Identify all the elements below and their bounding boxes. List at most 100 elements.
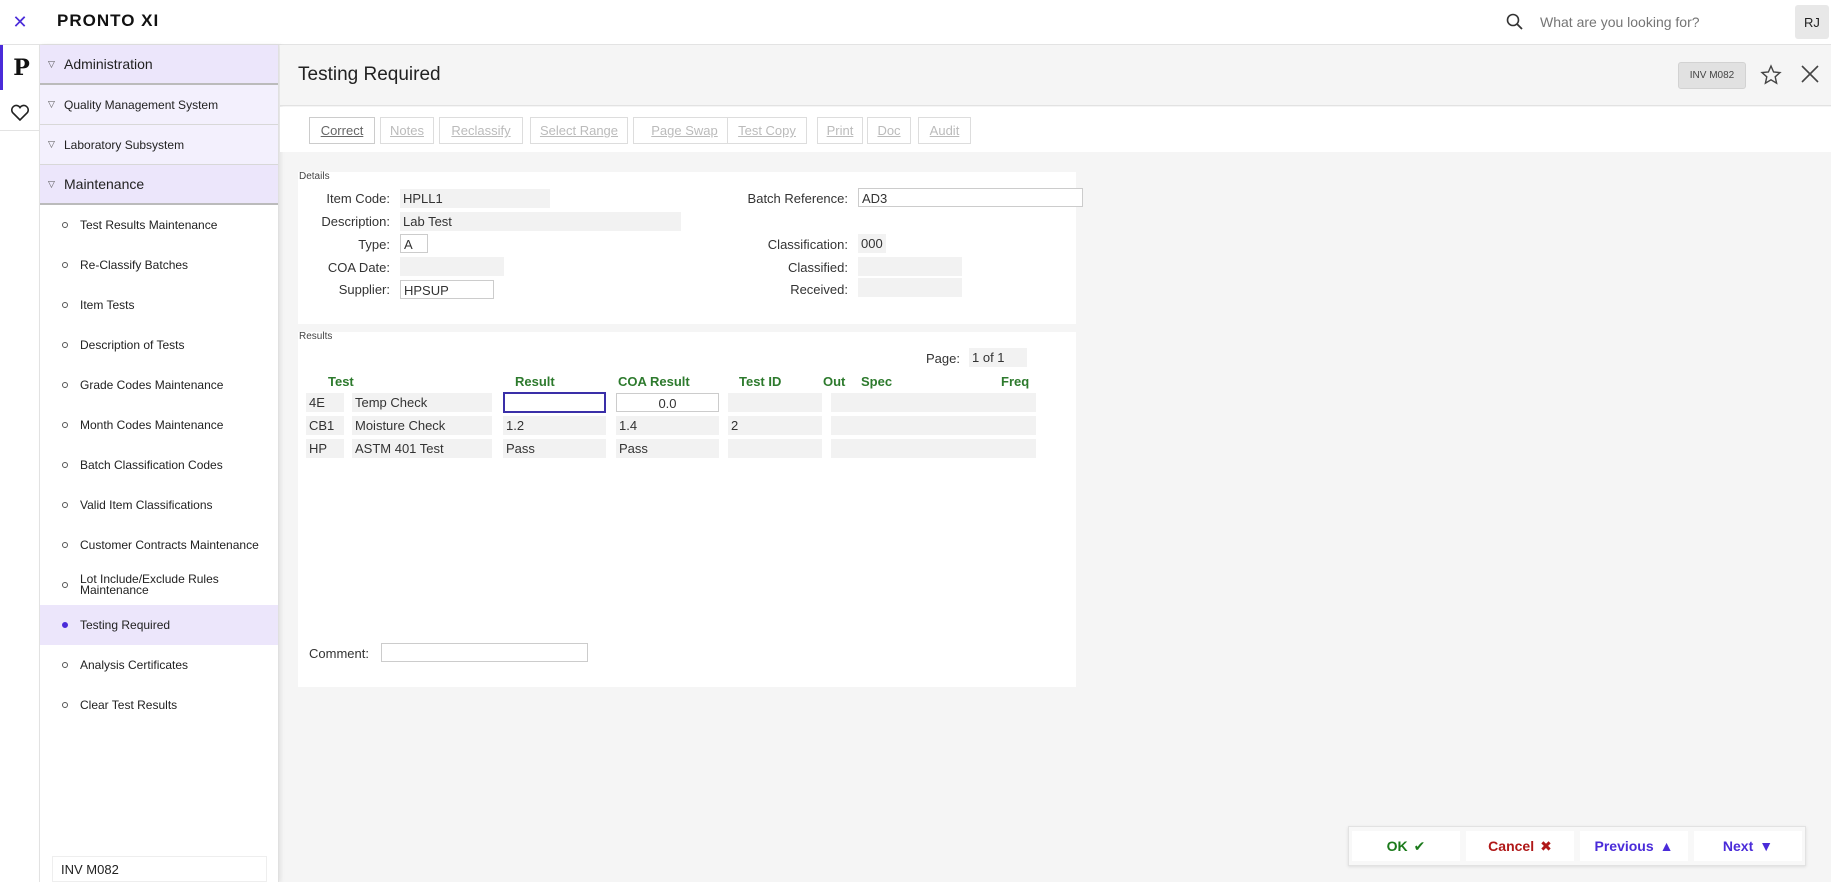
column-header-coa-result: COA Result [618,374,690,389]
classification-field[interactable]: 000 [858,234,886,253]
page-title: Testing Required [298,64,441,85]
page-indicator: 1 of 1 [969,348,1027,367]
program-code-field[interactable]: INV M082 [52,856,267,882]
sidebar-item-test-results-maintenance[interactable]: Test Results Maintenance [40,205,278,245]
next-button[interactable]: Next ▼ [1694,831,1802,861]
spec-cell [831,439,1036,458]
column-header-test-id: Test ID [739,374,782,389]
sidebar-item-batch-classification-codes[interactable]: Batch Classification Codes [40,445,278,485]
chevron-down-icon: ▽ [48,178,55,189]
chevron-down-icon: ▽ [48,139,55,149]
supplier-field[interactable]: HPSUP [400,280,494,299]
result-cell[interactable]: Pass [503,439,606,458]
page-swap-button[interactable]: Page Swap [633,117,736,144]
sidebar-item-clear-test-results[interactable]: Clear Test Results [40,685,278,725]
sidebar-section-maintenance[interactable]: ▽ Maintenance [40,165,278,205]
form-action-bar: OK ✔ Cancel ✖ Previous ▲ Next ▼ [1348,826,1806,866]
coa-result-input[interactable]: 0.0 [616,393,719,412]
sidebar-item-month-codes[interactable]: Month Codes Maintenance [40,405,278,445]
type-field[interactable]: A [400,234,428,253]
favorites-heart-icon[interactable] [0,95,40,131]
sidebar-item-lot-include-exclude[interactable]: Lot Include/Exclude Rules Maintenance [40,565,278,605]
spec-cell [831,393,1036,412]
search-icon[interactable] [1505,12,1525,32]
sidebar-item-customer-contracts[interactable]: Customer Contracts Maintenance [40,525,278,565]
coa-date-field[interactable] [400,257,504,276]
description-field[interactable]: Lab Test [400,212,681,231]
test-code-cell[interactable]: 4E [306,393,344,412]
test-id-cell [728,439,822,458]
test-code-cell[interactable]: CB1 [306,416,344,435]
column-header-out: Out [823,374,846,389]
batch-reference-field[interactable]: AD3 [858,188,1083,207]
print-button[interactable]: Print [817,117,863,144]
received-label: Received: [790,282,848,297]
cancel-button[interactable]: Cancel ✖ [1466,831,1574,861]
column-header-result: Result [515,374,555,389]
sidebar-section-laboratory-subsystem[interactable]: ▽ Laboratory Subsystem [40,125,278,165]
received-field[interactable] [858,278,962,297]
ok-button[interactable]: OK ✔ [1352,831,1460,861]
classified-field[interactable] [858,257,962,276]
bullet-icon [62,342,68,348]
bullet-icon [62,302,68,308]
sidebar-item-item-tests[interactable]: Item Tests [40,285,278,325]
bullet-icon [62,702,68,708]
coa-date-label: COA Date: [327,260,390,275]
pronto-menu-icon[interactable]: P [0,45,40,90]
sidebar-section-administration[interactable]: ▽ Administration [40,45,278,85]
sidebar-item-description-of-tests[interactable]: Description of Tests [40,325,278,365]
user-avatar[interactable]: RJ [1795,5,1829,39]
bullet-icon [62,662,68,668]
favorite-star-icon[interactable] [1760,64,1782,86]
bullet-icon [62,382,68,388]
test-copy-button[interactable]: Test Copy [727,117,807,144]
test-name-cell: Temp Check [352,393,492,412]
cross-icon: ✖ [1540,837,1552,854]
batch-reference-label: Batch Reference: [747,191,848,206]
triangle-up-icon: ▲ [1659,838,1674,854]
reclassify-button[interactable]: Reclassify [439,117,523,144]
sidebar-item-testing-required[interactable]: Testing Required [40,605,278,645]
close-menu-icon[interactable]: ✕ [0,0,40,44]
test-id-cell: 2 [728,416,822,435]
item-code-field[interactable]: HPLL1 [400,189,550,208]
description-label: Description: [321,214,390,229]
result-cell[interactable]: 1.2 [503,416,606,435]
bullet-icon [62,502,68,508]
test-code-cell[interactable]: HP [306,439,344,458]
classified-label: Classified: [788,260,848,275]
column-header-spec: Spec [861,374,893,389]
left-rail: P [0,45,40,882]
sidebar-item-valid-item-classifications[interactable]: Valid Item Classifications [40,485,278,525]
coa-result-cell[interactable]: 1.4 [616,416,719,435]
results-section-label: Results [299,331,333,342]
title-bar: Testing Required INV M082 [280,45,1831,106]
type-label: Type: [358,237,390,252]
sidebar-section-quality-management[interactable]: ▽ Quality Management System [40,85,278,125]
chevron-down-icon: ▽ [48,58,55,69]
sidebar-item-analysis-certificates[interactable]: Analysis Certificates [40,645,278,685]
close-icon[interactable] [1799,63,1821,85]
previous-button[interactable]: Previous ▲ [1580,831,1688,861]
doc-button[interactable]: Doc [867,117,911,144]
result-input[interactable] [503,392,606,413]
global-search-input[interactable] [1540,8,1790,36]
notes-button[interactable]: Notes [380,117,434,144]
coa-result-cell[interactable]: Pass [616,439,719,458]
bullet-icon [62,262,68,268]
bullet-icon [62,622,68,628]
audit-button[interactable]: Audit [918,117,971,144]
select-range-button[interactable]: Select Range [530,117,628,144]
bullet-icon [62,462,68,468]
correct-button[interactable]: Correct [309,117,375,144]
sidebar-item-grade-codes[interactable]: Grade Codes Maintenance [40,365,278,405]
comment-field[interactable] [381,643,588,662]
comment-label: Comment: [309,646,369,661]
details-section-label: Details [299,171,330,182]
test-name-cell: ASTM 401 Test [352,439,492,458]
bullet-icon [62,542,68,548]
column-header-freq: Freq [1001,374,1030,389]
top-bar: ✕ PRONTO XI RJ [0,0,1831,45]
sidebar-item-re-classify-batches[interactable]: Re-Classify Batches [40,245,278,285]
